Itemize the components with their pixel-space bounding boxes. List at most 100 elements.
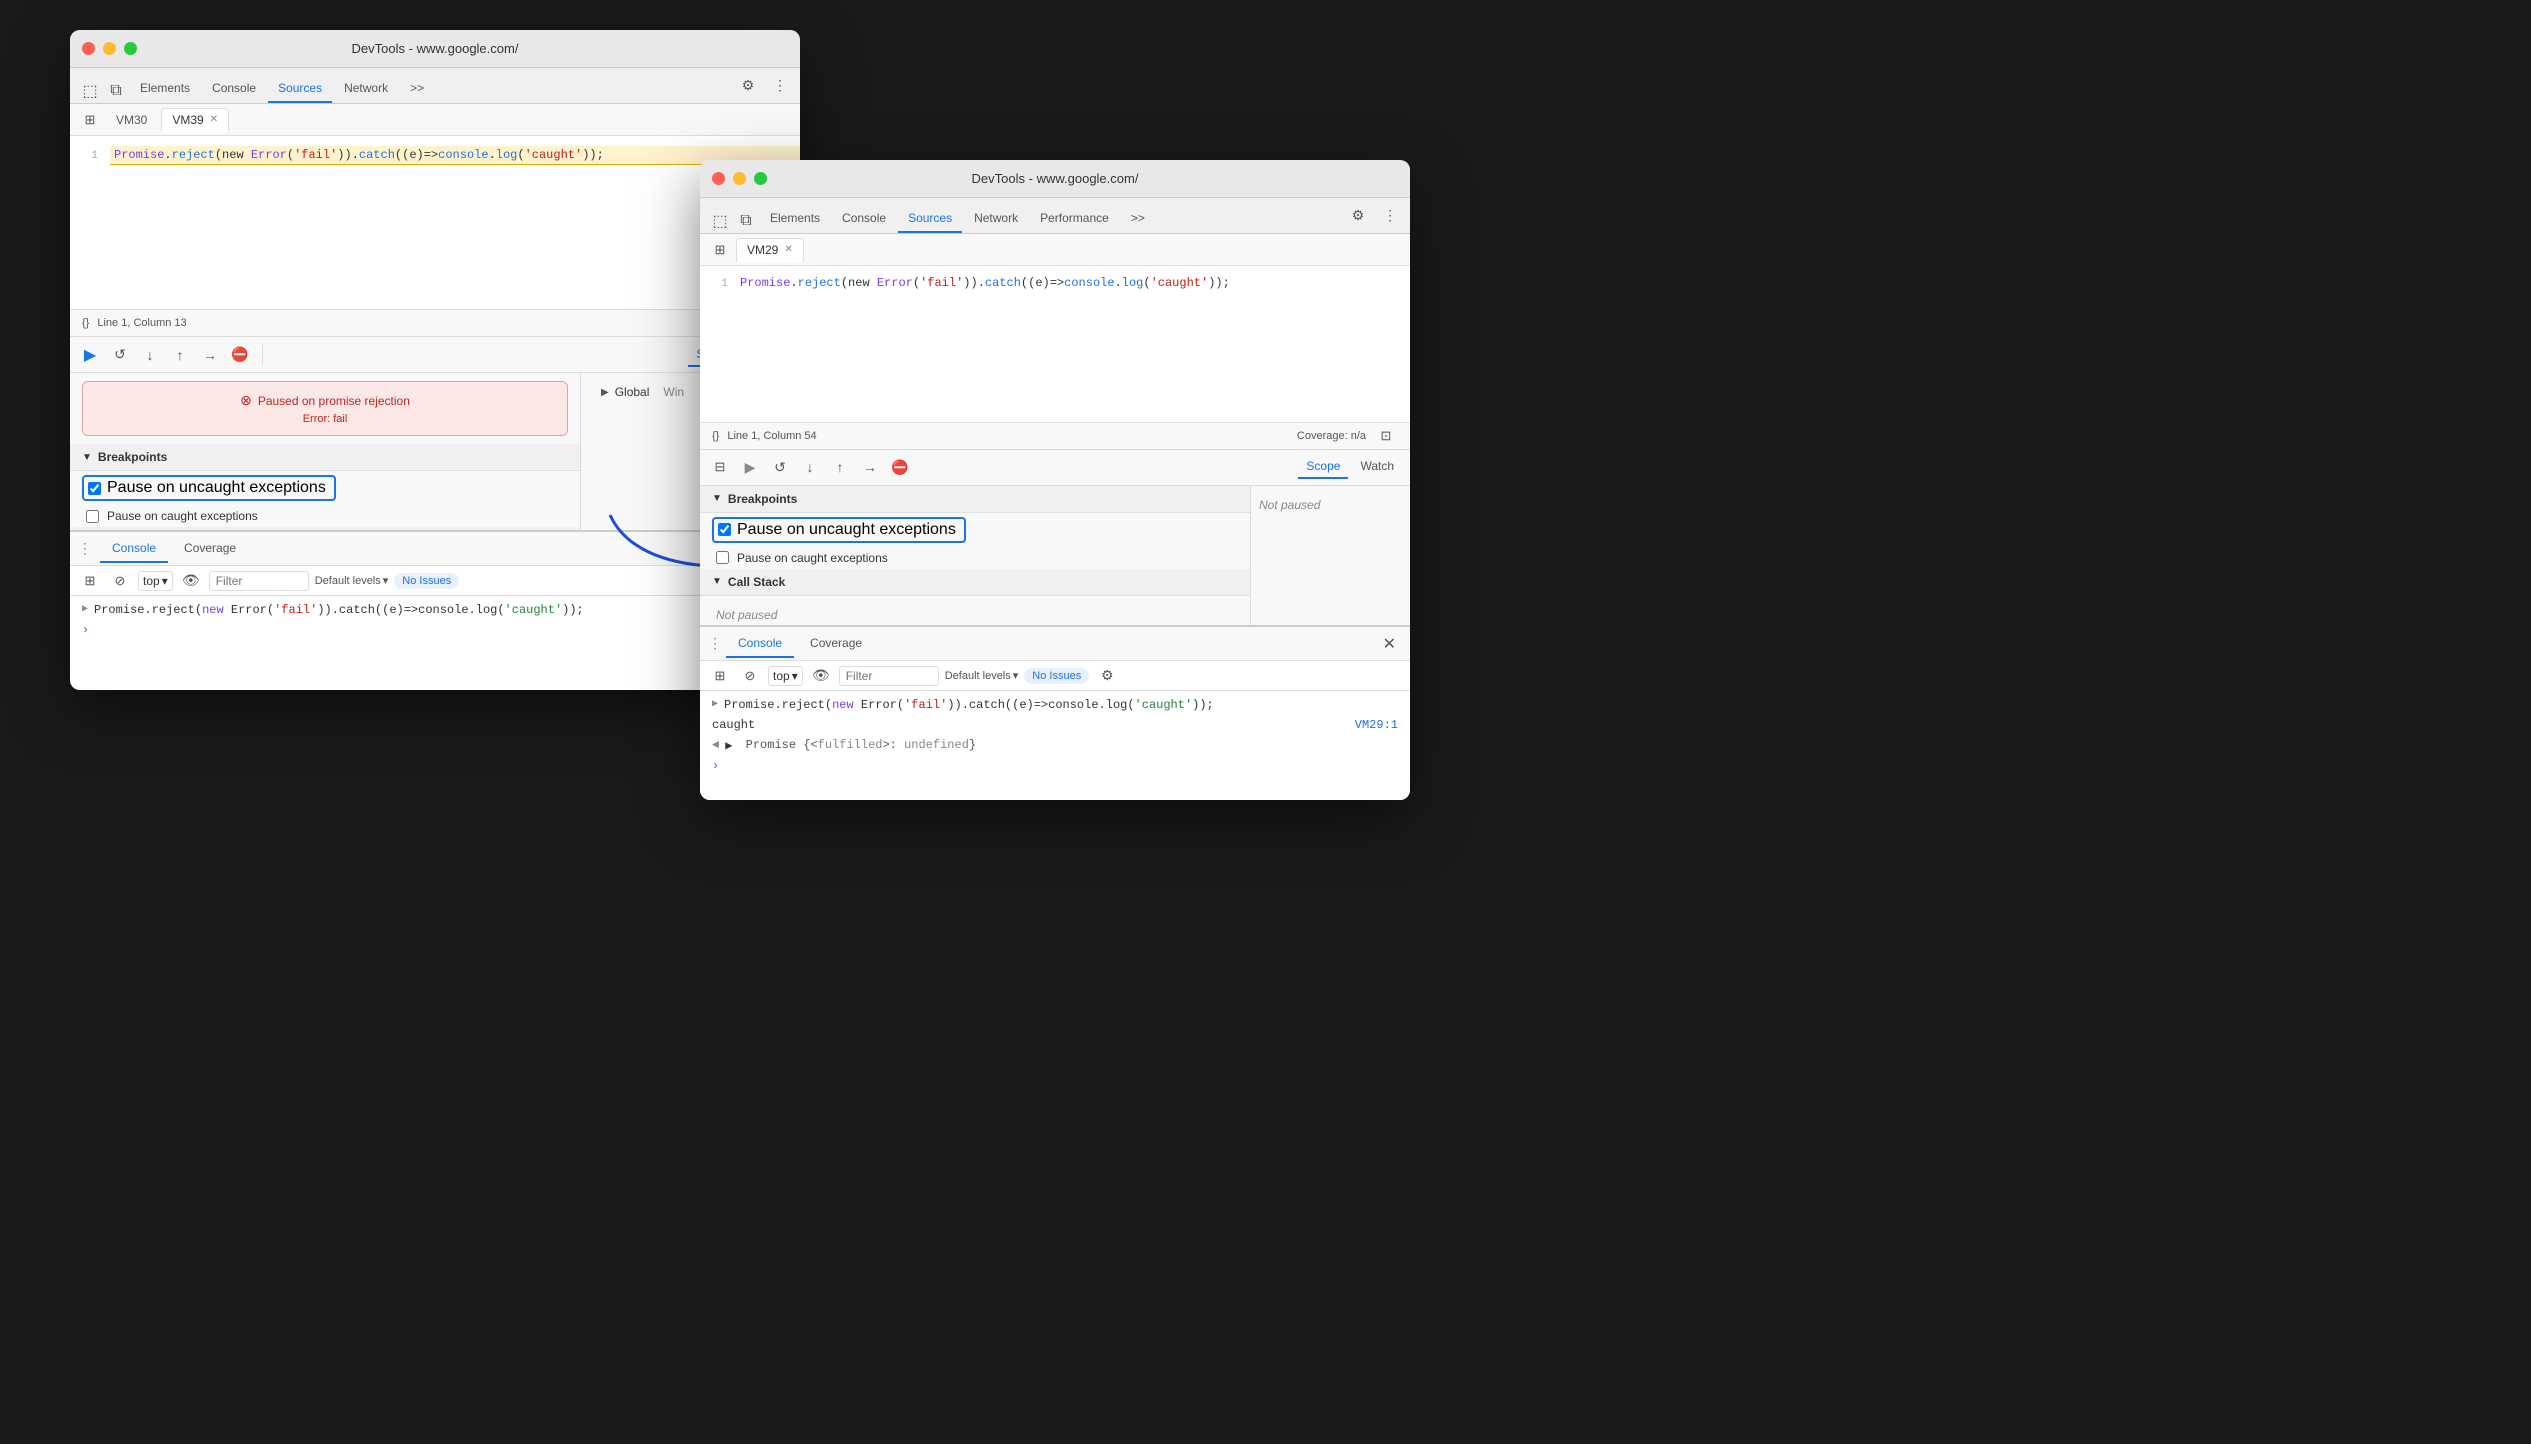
step-into-icon-1[interactable]: ↓ (138, 343, 162, 367)
call-stack-header-2[interactable]: ▼ Call Stack (700, 569, 1250, 596)
minimize-button-1[interactable] (103, 42, 116, 55)
maximize-button-2[interactable] (754, 172, 767, 185)
default-levels-2[interactable]: Default levels ▾ (945, 669, 1019, 682)
minimize-button-2[interactable] (733, 172, 746, 185)
tab-icons-2: ⚙ ⋮ (1346, 203, 1402, 233)
tab-elements-1[interactable]: Elements (130, 75, 200, 103)
sidebar-toggle-console-2[interactable]: ⊞ (708, 664, 732, 688)
breakpoints-header-2[interactable]: ▼ Breakpoints (700, 486, 1250, 513)
eye-icon-1[interactable]: 👁 (179, 569, 203, 593)
console-line-caught-2: caught VM29:1 (700, 715, 1410, 735)
more-icon-1[interactable]: ⋮ (768, 73, 792, 97)
columns-icon-2[interactable]: ⊟ (708, 455, 732, 479)
step-out-icon-2[interactable]: ↑ (828, 455, 852, 479)
window-buttons-1 (82, 42, 137, 55)
tab-sources-2[interactable]: Sources (898, 205, 962, 233)
checkbox-uncaught-2[interactable] (718, 523, 731, 536)
call-stack-not-paused-2: Not paused (700, 596, 1250, 626)
vm29-link[interactable]: VM29:1 (1355, 718, 1398, 732)
step-icon-1[interactable]: → (198, 343, 222, 367)
win-label-1: Win (663, 385, 684, 399)
position-2: Line 1, Column 54 (727, 430, 816, 442)
checkbox-uncaught-1[interactable] (88, 482, 101, 495)
console-menu-icon-2[interactable]: ⋮ (708, 635, 722, 652)
device-icon-1[interactable]: ⧉ (104, 79, 128, 103)
play-icon-2[interactable]: ▶ (738, 455, 762, 479)
file-tab-vm29[interactable]: VM29 ✕ (736, 238, 804, 262)
settings-icon-1[interactable]: ⚙ (736, 73, 760, 97)
tab-sources-1[interactable]: Sources (268, 75, 332, 103)
tab-console-1[interactable]: Console (202, 75, 266, 103)
checkbox-caught-2[interactable] (716, 551, 729, 564)
top-selector-1[interactable]: top ▾ (138, 571, 173, 591)
tab-console-2[interactable]: Console (832, 205, 896, 233)
console-tabs-2: ⋮ Console Coverage ✕ (700, 627, 1410, 661)
console-tab-coverage-1[interactable]: Coverage (172, 535, 248, 563)
close-button-2[interactable] (712, 172, 725, 185)
kw-error-2: Error (877, 276, 913, 290)
eye-icon-2[interactable]: 👁 (809, 664, 833, 688)
console-settings-icon-2[interactable]: ⚙ (1095, 664, 1119, 688)
file-tab-vm39[interactable]: VM39 ✕ (161, 108, 229, 132)
step-over-icon-2[interactable]: ↺ (768, 455, 792, 479)
tab-more-1[interactable]: >> (400, 75, 434, 103)
close-button-1[interactable] (82, 42, 95, 55)
sidebar-toggle-console-1[interactable]: ⊞ (78, 569, 102, 593)
close-console-2[interactable]: ✕ (1377, 632, 1402, 656)
step-out-icon-1[interactable]: ↑ (168, 343, 192, 367)
more-icon-2[interactable]: ⋮ (1378, 203, 1402, 227)
step-over-icon-1[interactable]: ↺ (108, 343, 132, 367)
default-levels-1[interactable]: Default levels ▾ (315, 574, 389, 587)
scope-tab-watch-2[interactable]: Watch (1352, 455, 1402, 479)
step-into-icon-2[interactable]: ↓ (798, 455, 822, 479)
step-icon-2[interactable]: → (858, 455, 882, 479)
window1-code-panel: ⊞ VM30 VM39 ✕ 1 Promise.reject(new Error… (70, 104, 800, 530)
tab-network-1[interactable]: Network (334, 75, 398, 103)
clear-console-icon-1[interactable]: ⊘ (108, 569, 132, 593)
top-selector-2[interactable]: top ▾ (768, 666, 803, 686)
format-icon-1: {} (82, 317, 89, 329)
console-content-1: ▶ Promise.reject(new Error('fail')).catc… (70, 596, 800, 690)
tab-performance-2[interactable]: Performance (1030, 205, 1119, 233)
checkbox-caught-label-1: Pause on caught exceptions (107, 509, 258, 523)
inspect-icon-2[interactable]: ⬚ (708, 209, 732, 233)
clear-console-icon-2[interactable]: ⊘ (738, 664, 762, 688)
chevron-down-icon-2: ▾ (792, 669, 798, 683)
console-toolbar-1: ⊞ ⊘ top ▾ 👁 Default levels ▾ No Issues (70, 566, 800, 596)
breakpoints-header-1[interactable]: ▼ Breakpoints (70, 444, 580, 471)
deactivate-icon-2[interactable]: ⛔ (888, 455, 912, 479)
tab-elements-2[interactable]: Elements (760, 205, 830, 233)
left-debug-panel: ⊗ Paused on promise rejection Error: fai… (70, 373, 580, 530)
device-icon-2[interactable]: ⧉ (734, 209, 758, 233)
format-btn-2[interactable]: ⊡ (1374, 424, 1398, 448)
filter-input-2[interactable] (839, 666, 939, 686)
devtools-window-2: DevTools - www.google.com/ ⬚ ⧉ Elements … (700, 160, 1410, 800)
close-tab-vm39[interactable]: ✕ (210, 114, 218, 125)
sidebar-toggle-2[interactable]: ⊞ (708, 238, 732, 262)
console-tab-console-2[interactable]: Console (726, 630, 794, 658)
code-line-1: 1 Promise.reject(new Error('fail')).catc… (70, 144, 800, 167)
checkbox-caught-1[interactable] (86, 510, 99, 523)
fn-catch-2: catch (985, 276, 1021, 290)
tab-network-2[interactable]: Network (964, 205, 1028, 233)
console-line-prompt-1: › (70, 620, 800, 640)
scope-tab-scope-2[interactable]: Scope (1298, 455, 1348, 479)
sidebar-toggle-1[interactable]: ⊞ (78, 108, 102, 132)
file-tab-vm30[interactable]: VM30 (106, 109, 157, 131)
close-tab-vm29[interactable]: ✕ (784, 244, 792, 255)
maximize-button-1[interactable] (124, 42, 137, 55)
filter-input-1[interactable] (209, 571, 309, 591)
status-bar-2: {} Line 1, Column 54 Coverage: n/a ⊡ (700, 422, 1410, 450)
console-tab-coverage-2[interactable]: Coverage (798, 630, 874, 658)
settings-icon-2[interactable]: ⚙ (1346, 203, 1370, 227)
deactivate-icon-1[interactable]: ⛔ (228, 343, 252, 367)
console-menu-icon-1[interactable]: ⋮ (78, 540, 92, 557)
code-editor-2: 1 Promise.reject(new Error('fail')).catc… (700, 266, 1410, 422)
line-num-1: 1 (70, 150, 110, 162)
tab-more-2[interactable]: >> (1121, 205, 1155, 233)
console-tab-console-1[interactable]: Console (100, 535, 168, 563)
play-icon-1[interactable]: ▶ (78, 343, 102, 367)
inspect-icon-1[interactable]: ⬚ (78, 79, 102, 103)
position-1: Line 1, Column 13 (97, 317, 186, 329)
checkbox-uncaught-label-2: Pause on uncaught exceptions (737, 521, 956, 539)
